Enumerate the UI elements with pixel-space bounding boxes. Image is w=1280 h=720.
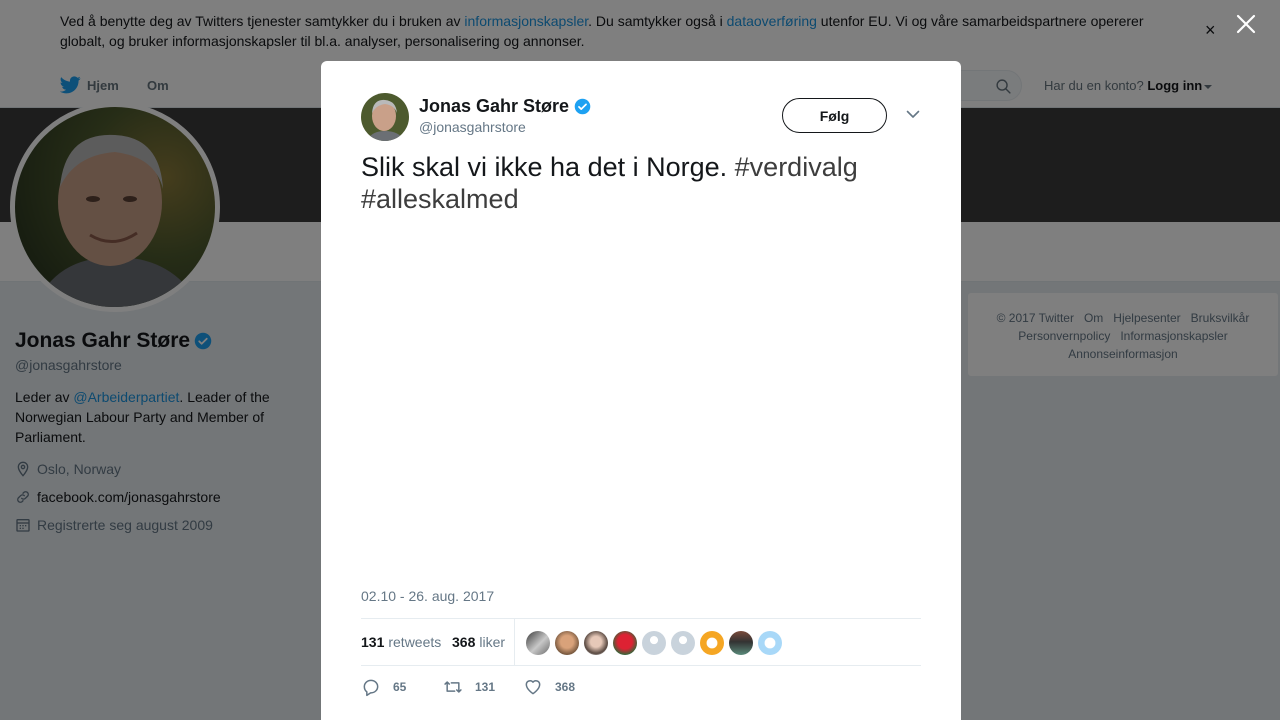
hashtag-link[interactable]: #alleskalmed (361, 184, 519, 214)
tweet-timestamp[interactable]: 02.10 - 26. aug. 2017 (361, 588, 494, 604)
tweet-stats: 131 retweets 368 liker (361, 618, 921, 666)
liker-avatar[interactable] (758, 631, 782, 655)
reply-icon (363, 679, 379, 697)
tweet-text: Slik skal vi ikke ha det i Norge. #verdi… (361, 152, 858, 214)
liker-avatar[interactable] (555, 631, 579, 655)
stats-divider (514, 619, 515, 666)
likes-stat[interactable]: 368 liker (452, 634, 505, 650)
liker-avatar[interactable] (729, 631, 753, 655)
reply-button[interactable]: 65 (361, 677, 406, 697)
close-icon[interactable] (1234, 12, 1258, 36)
heart-icon (525, 680, 541, 695)
like-button[interactable]: 368 (523, 677, 575, 697)
liker-avatar[interactable] (613, 631, 637, 655)
hashtag-link[interactable]: #verdivalg (735, 152, 858, 182)
tweet-modal: Jonas Gahr Støre @jonasgahrstore Følg Sl… (321, 61, 961, 720)
liker-avatar[interactable] (642, 631, 666, 655)
tweet-author-name[interactable]: Jonas Gahr Støre (419, 96, 591, 117)
tweet-author-handle[interactable]: @jonasgahrstore (419, 119, 526, 135)
liker-avatar[interactable] (584, 631, 608, 655)
liker-avatar[interactable] (671, 631, 695, 655)
verified-badge-icon (574, 98, 591, 115)
follow-button[interactable]: Følg (782, 98, 887, 133)
retweets-stat[interactable]: 131 retweets (361, 634, 441, 650)
liker-avatars (526, 631, 787, 655)
chevron-down-icon[interactable] (906, 109, 920, 119)
tweet-author-avatar[interactable] (361, 93, 409, 141)
retweet-button[interactable]: 131 (443, 677, 495, 697)
tweet-actions: 65 131 368 (361, 677, 921, 701)
liker-avatar[interactable] (526, 631, 550, 655)
retweet-icon (444, 681, 462, 693)
liker-avatar[interactable] (700, 631, 724, 655)
